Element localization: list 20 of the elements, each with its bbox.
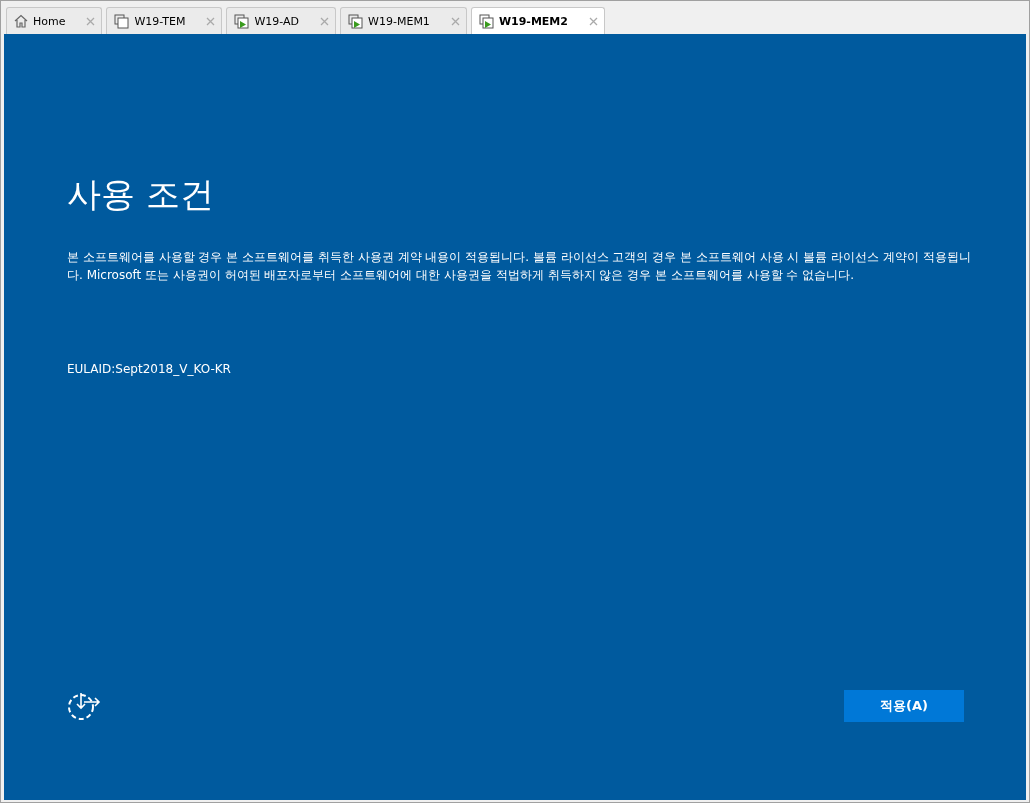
tab[interactable]: W19-TEM (106, 7, 223, 34)
license-text: 본 소프트웨어를 사용할 경우 본 소프트웨어를 취득한 사용권 계약 내용이 적용됩니다. 볼륨 라이선스 고객의 경우 본 소프트웨어 사용 시 볼륨 라이선스 계약이 적용됩니다. Microsoft 또는 사용권이 허여된 배포자로부터 소프트웨어에 대한 사용권을 적법하게 취득하지 않은 경우 본 소프트웨어를 사용할 수 없습니다. (67, 249, 972, 284)
close-icon[interactable] (206, 16, 216, 26)
close-icon[interactable] (450, 16, 460, 26)
running-machine-icon (348, 13, 364, 29)
tab[interactable]: Home (6, 7, 103, 34)
eula-id: EULAID:Sept2018_V_KO-KR (67, 362, 232, 376)
running-machine-icon (234, 13, 250, 29)
close-icon[interactable] (320, 16, 330, 26)
close-icon[interactable] (86, 16, 96, 26)
tab[interactable]: W19-MEM1 (340, 7, 467, 34)
close-icon[interactable] (588, 16, 598, 26)
tab[interactable]: W19-AD (226, 7, 337, 34)
windows-stack-icon (114, 13, 130, 29)
home-icon (14, 14, 28, 28)
running-machine-icon (478, 13, 494, 29)
tab[interactable]: W19-MEM2 (470, 7, 605, 34)
accessibility-icon[interactable] (67, 691, 101, 721)
accept-button[interactable]: 적용(A) (844, 690, 964, 722)
page-title: 사용 조건 (67, 173, 215, 216)
